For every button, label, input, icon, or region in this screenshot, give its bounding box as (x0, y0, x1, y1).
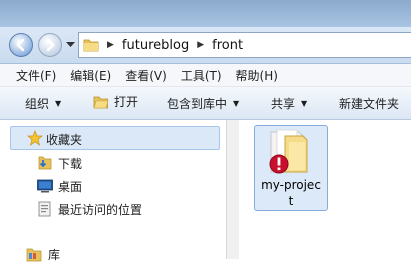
nav-item-recent-places[interactable]: 最近访问的位置 (0, 199, 220, 219)
share-button[interactable]: 共享 ▼ (271, 95, 307, 112)
nav-label-libraries: 库 (48, 248, 61, 262)
nav-item-desktop[interactable]: 桌面 (0, 176, 220, 196)
recent-places-icon (38, 201, 51, 217)
breadcrumb-front[interactable]: front (212, 38, 243, 53)
menu-file[interactable]: 文件(F) (16, 67, 56, 84)
share-label: 共享 (271, 97, 296, 111)
open-folder-icon (93, 96, 109, 108)
address-toolbar: ▶ futureblog ▶ front (0, 27, 411, 64)
new-folder-button[interactable]: 新建文件夹 (339, 95, 399, 112)
dropdown-arrow-icon: ▼ (55, 99, 62, 108)
arrow-left-icon (16, 38, 25, 52)
forward-button[interactable] (38, 33, 62, 57)
nav-item-favorites[interactable]: 收藏夹 (10, 126, 220, 150)
open-button[interactable]: 打开 (93, 93, 138, 110)
organize-label: 组织 (25, 97, 50, 111)
menu-edit[interactable]: 编辑(E) (70, 67, 111, 84)
nav-label-favorites: 收藏夹 (46, 133, 83, 147)
nav-label-downloads: 下载 (58, 157, 83, 171)
nav-label-recent-places: 最近访问的位置 (58, 203, 143, 217)
new-folder-label: 新建文件夹 (339, 97, 400, 111)
nav-item-libraries[interactable]: 库 (0, 244, 220, 264)
include-library-label: 包含到库中 (167, 97, 228, 111)
breadcrumb-separator-icon[interactable]: ▶ (107, 40, 114, 50)
dropdown-arrow-icon: ▼ (301, 99, 308, 108)
file-name-line-2: t (288, 194, 294, 208)
downloads-folder-icon (38, 156, 52, 170)
breadcrumb-futureblog[interactable]: futureblog (122, 38, 189, 53)
command-bar: 组织 ▼ 打开 包含到库中 ▼ 共享 ▼ 新建文件夹 (0, 87, 411, 120)
window-title-bar (0, 0, 411, 27)
file-item-my-project[interactable]: my-projec t (254, 125, 328, 211)
folder-with-error-icon (269, 129, 308, 174)
menu-tools[interactable]: 工具(T) (181, 67, 222, 84)
menu-bar: 文件(F) 编辑(E) 查看(V) 工具(T) 帮助(H) (0, 64, 411, 87)
address-input[interactable]: ▶ futureblog ▶ front (78, 32, 411, 58)
star-icon (27, 130, 43, 146)
arrow-right-icon (46, 38, 55, 52)
menu-help[interactable]: 帮助(H) (236, 67, 278, 84)
nav-label-desktop: 桌面 (58, 180, 83, 194)
organize-button[interactable]: 组织 ▼ (25, 95, 61, 112)
file-name-line-1: my-projec (261, 178, 321, 192)
breadcrumb-separator-icon[interactable]: ▶ (197, 40, 204, 50)
folder-icon (83, 39, 99, 52)
pane-splitter[interactable] (226, 120, 239, 259)
include-library-button[interactable]: 包含到库中 ▼ (167, 95, 239, 112)
back-button[interactable] (9, 33, 33, 57)
nav-item-downloads[interactable]: 下载 (0, 153, 220, 173)
dropdown-arrow-icon: ▼ (233, 99, 240, 108)
open-label: 打开 (114, 95, 139, 109)
desktop-icon (37, 179, 53, 193)
menu-view[interactable]: 查看(V) (125, 67, 167, 84)
library-icon (26, 248, 42, 262)
history-dropdown-icon[interactable] (66, 42, 75, 48)
